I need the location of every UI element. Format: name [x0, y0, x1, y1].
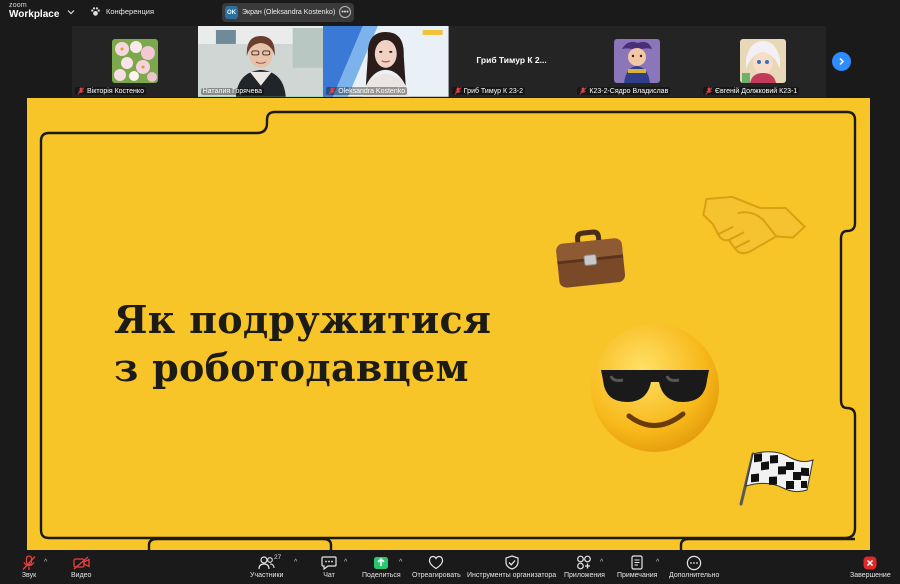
- audio-button[interactable]: Звук: [20, 554, 38, 579]
- top-bar: zoom Workplace Конференция OK Экран (Ole…: [0, 0, 900, 26]
- end-meeting-button[interactable]: Завершение: [850, 554, 891, 579]
- participant-video: [197, 26, 324, 97]
- mic-muted-icon: [579, 87, 587, 95]
- briefcase-icon: [556, 229, 626, 288]
- notes-options-caret[interactable]: ^: [656, 559, 659, 566]
- screen-share-label: Экран (Oleksandra Kostenko): [242, 9, 336, 16]
- conference-info-button[interactable]: Конференция: [90, 6, 154, 17]
- share-options-caret[interactable]: ^: [399, 559, 402, 566]
- audio-options-caret[interactable]: ^: [44, 559, 47, 566]
- camera-off-icon: [73, 555, 90, 570]
- participants-count: 27: [274, 554, 282, 561]
- meeting-toolbar: Звук ^ Видео Участники 27 ^ Чат ^ Подели…: [0, 550, 900, 584]
- participant-gallery: Вікторія Костенко Наталия Горячева Oleks…: [72, 26, 826, 97]
- mic-muted-icon: [454, 87, 462, 95]
- checkered-flag-icon: [739, 451, 814, 506]
- participant-tile[interactable]: К23-2-Сядро Владислав: [574, 26, 700, 97]
- close-icon: [863, 556, 877, 569]
- host-tools-button[interactable]: Инструменты организатора: [467, 554, 556, 579]
- react-button[interactable]: Отреагировать: [412, 554, 461, 579]
- slide-title: Як подружитися з роботодавцем: [114, 297, 492, 390]
- heart-icon: [429, 555, 444, 570]
- participant-name: К23-2-Сядро Владислав: [577, 87, 671, 95]
- apps-button[interactable]: Приложения: [564, 554, 605, 579]
- apps-icon: [577, 555, 592, 570]
- participant-name: Наталия Горячева: [200, 88, 265, 95]
- participant-avatar: [112, 39, 158, 83]
- chat-icon: [321, 556, 337, 570]
- shield-icon: [504, 555, 519, 570]
- participant-avatar: [739, 39, 786, 83]
- more-dots-icon: [686, 555, 702, 570]
- brand-large: Workplace: [9, 9, 60, 20]
- presenter-badge: OK: [225, 6, 238, 19]
- participants-icon: [258, 556, 275, 570]
- handshake-icon: [702, 195, 807, 255]
- participant-name: Вікторія Костенко: [75, 87, 146, 95]
- shared-screen[interactable]: Як подружитися з роботодавцем: [27, 98, 870, 550]
- participant-name: Євгеній Должковий К23-1: [702, 87, 800, 95]
- participants-options-caret[interactable]: ^: [294, 559, 297, 566]
- mic-muted-icon: [22, 554, 36, 570]
- participant-tile-active-speaker[interactable]: Наталия Горячева: [197, 26, 324, 97]
- chevron-down-icon[interactable]: [66, 7, 76, 17]
- mic-muted-icon: [705, 87, 713, 95]
- participant-avatar: [614, 39, 661, 83]
- mic-muted-icon: [77, 87, 85, 95]
- notes-button[interactable]: Примечания: [617, 554, 657, 579]
- chevron-right-icon: [839, 57, 845, 66]
- zoom-logo[interactable]: zoom Workplace: [9, 2, 59, 20]
- chat-options-caret[interactable]: ^: [344, 559, 347, 566]
- participant-tile[interactable]: Гриб Тимур К 2... Гриб Тимур К 23-2: [448, 26, 575, 97]
- apps-options-caret[interactable]: ^: [600, 559, 603, 566]
- smiley-sunglasses-icon: [591, 324, 719, 452]
- participant-name: Oleksandra Kostenko: [326, 87, 408, 95]
- participant-display-name: Гриб Тимур К 2...: [476, 55, 547, 65]
- gallery-next-button[interactable]: [832, 52, 851, 71]
- screen-share-pill[interactable]: OK Экран (Oleksandra Kostenko) •••: [222, 3, 354, 22]
- participant-tile[interactable]: Євгеній Должковий К23-1: [699, 26, 826, 97]
- brand-small: zoom: [9, 2, 27, 9]
- participant-tile[interactable]: Oleksandra Kostenko: [323, 26, 449, 97]
- notes-icon: [631, 555, 643, 570]
- zoom-meeting-window: zoom Workplace Конференция OK Экран (Ole…: [0, 0, 900, 584]
- share-screen-button[interactable]: Поделиться: [362, 554, 401, 579]
- more-button[interactable]: Дополнительно: [669, 554, 719, 579]
- share-screen-icon: [374, 556, 389, 569]
- conference-label: Конференция: [106, 7, 155, 16]
- participant-tile[interactable]: Вікторія Костенко: [72, 26, 198, 97]
- chat-button[interactable]: Чат: [320, 554, 338, 579]
- video-button[interactable]: Видео: [71, 554, 91, 579]
- mic-muted-icon: [328, 87, 336, 95]
- participant-name: Гриб Тимур К 23-2: [451, 87, 525, 95]
- more-options-icon[interactable]: •••: [339, 6, 351, 18]
- paw-icon: [91, 7, 100, 16]
